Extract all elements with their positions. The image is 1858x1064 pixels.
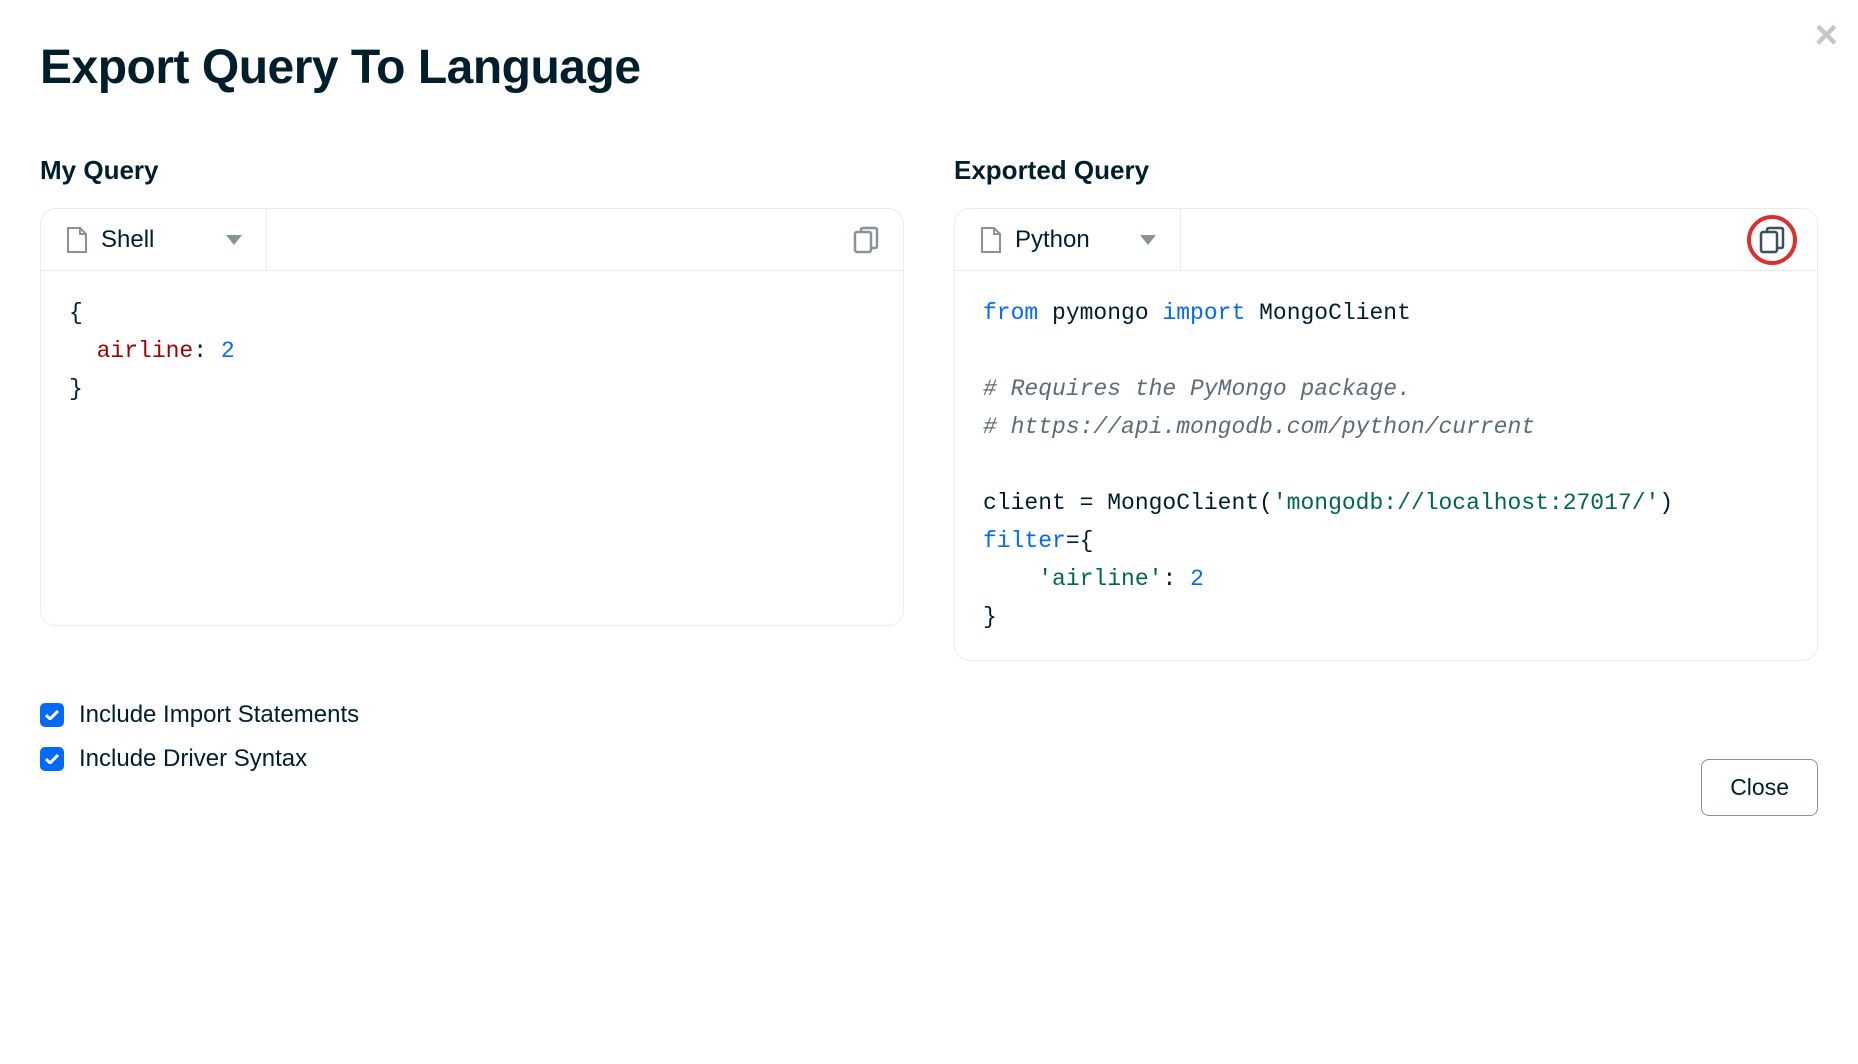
code-value: 2 [221,338,235,364]
code-filter-val: 2 [1190,566,1204,592]
include-driver-syntax-label: Include Driver Syntax [79,745,307,773]
exported-query-header-right [1181,209,1817,270]
modal-footer: Close [1701,759,1818,816]
code-kw: from [983,300,1038,326]
code-brace: } [69,376,83,402]
code-close-brace: } [983,604,997,630]
code-paren: ) [1659,490,1673,516]
chevron-down-icon [1140,235,1156,245]
close-button[interactable]: Close [1701,759,1818,816]
content-area: My Query Shell { air [0,95,1858,661]
exported-query-code[interactable]: from pymongo import MongoClient # Requir… [955,271,1817,660]
exported-query-card: Python from pymongo import MongoClient #… [954,208,1818,661]
exported-query-language-selector[interactable]: Python [955,209,1181,270]
code-filter-key: 'airline' [1038,566,1162,592]
code-brace: { [69,300,83,326]
include-driver-syntax-row: Include Driver Syntax [40,745,1818,773]
code-string: 'mongodb://localhost:27017/' [1273,490,1659,516]
modal-title: Export Query To Language [40,40,1818,95]
my-query-header-right [267,209,903,270]
check-icon [45,754,59,764]
include-imports-label: Include Import Statements [79,701,359,729]
exported-query-language-label: Python [1015,226,1126,254]
include-imports-row: Include Import Statements [40,701,1818,729]
my-query-card-header: Shell [41,209,903,271]
my-query-language-selector[interactable]: Shell [41,209,267,270]
exported-query-title: Exported Query [954,155,1818,186]
file-icon [979,227,1001,253]
my-query-section: My Query Shell { air [40,155,904,661]
copy-icon[interactable] [853,226,879,254]
my-query-title: My Query [40,155,904,186]
close-icon[interactable]: × [1815,15,1838,55]
code-key: airline [97,338,194,364]
include-driver-syntax-checkbox[interactable] [40,747,64,771]
my-query-card: Shell { airline: 2 } [40,208,904,626]
check-icon [45,710,59,720]
copy-icon[interactable] [1759,226,1785,254]
code-kw: import [1162,300,1245,326]
code-mod: pymongo [1038,300,1162,326]
my-query-language-label: Shell [101,226,212,254]
exported-query-card-header: Python [955,209,1817,271]
chevron-down-icon [226,235,242,245]
my-query-code[interactable]: { airline: 2 } [41,271,903,625]
code-class: MongoClient [1245,300,1411,326]
file-icon [65,227,87,253]
code-filter-ident: filter [983,528,1066,554]
code-client: client = MongoClient( [983,490,1273,516]
modal-header: Export Query To Language [0,0,1858,95]
exported-query-section: Exported Query Python [954,155,1818,661]
include-imports-checkbox[interactable] [40,703,64,727]
code-colon: : [193,338,221,364]
code-comment: # https://api.mongodb.com/python/current [983,414,1535,440]
code-comment: # Requires the PyMongo package. [983,376,1411,402]
code-eq: ={ [1066,528,1094,554]
highlight-annotation [1747,215,1797,265]
code-colon: : [1162,566,1190,592]
options-area: Include Import Statements Include Driver… [0,661,1858,773]
